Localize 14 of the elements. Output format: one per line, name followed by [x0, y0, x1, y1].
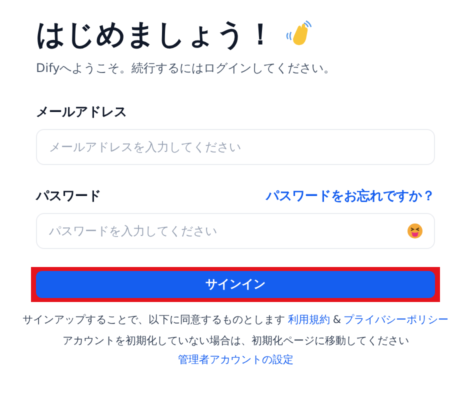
terms-text: アカウントを初期化していない場合は、初期化ページに移動してください 管理者アカウントの設定	[61, 334, 410, 368]
forgot-password-link[interactable]: パスワードをお忘れですか？	[266, 187, 435, 205]
terms-text: サインアップすることで、以下に同意するものとします 利用規約 & プライバシーポリシー	[22, 313, 450, 328]
sign-in-button[interactable]: サインイン	[36, 271, 435, 298]
emoji-face-icon	[407, 223, 423, 239]
note-link[interactable]: 利用規約	[288, 314, 330, 326]
welcome-text: Difyへようこそ。続行するにはログインしてください。	[36, 60, 337, 77]
password-field[interactable]: パスワードを入力してください	[36, 213, 435, 249]
field-label: パスワード	[36, 188, 101, 205]
email-field[interactable]: メールアドレスを入力してください	[36, 129, 435, 165]
page-title: はじめましょう！	[36, 16, 275, 53]
note-link[interactable]: 管理者アカウントの設定	[178, 354, 294, 366]
field-label: メールアドレス	[36, 104, 127, 121]
note-link[interactable]: プライバシーポリシー	[343, 314, 448, 326]
